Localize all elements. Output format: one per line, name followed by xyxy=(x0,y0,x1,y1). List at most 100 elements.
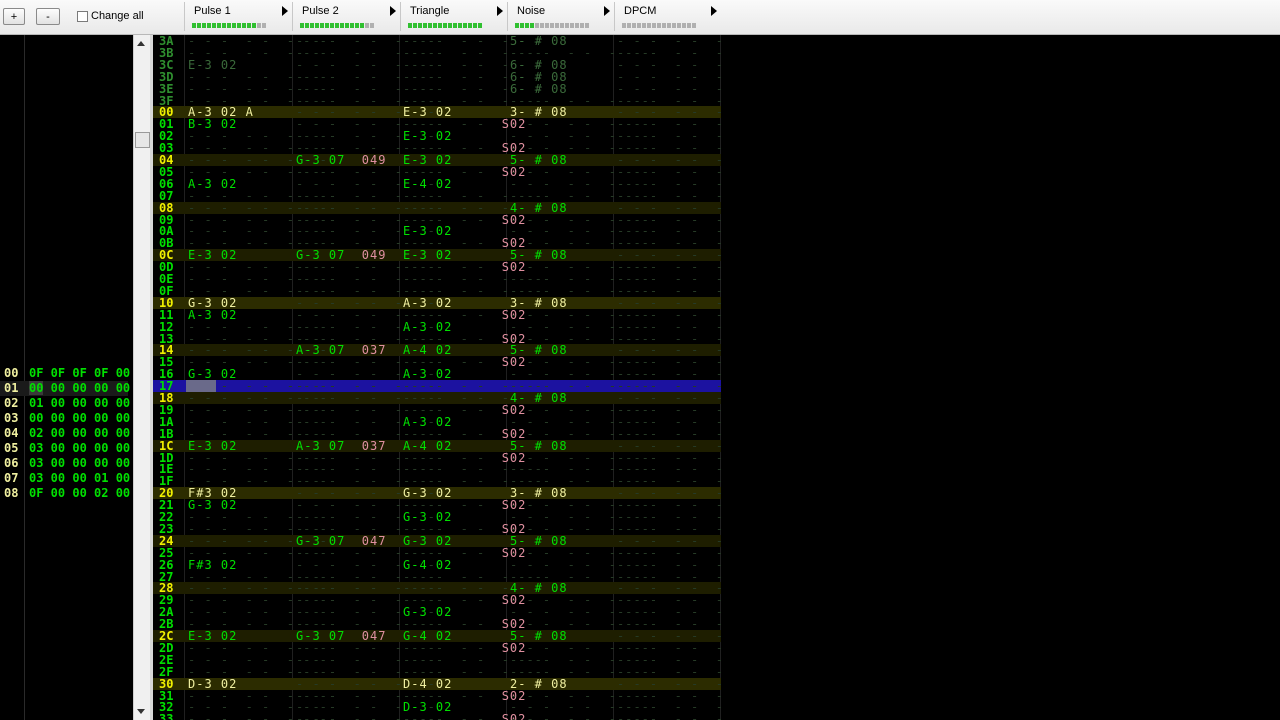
pattern-cell-triangle[interactable]: G-3 02 xyxy=(403,535,452,547)
row-index: 07 xyxy=(159,188,174,203)
pattern-cell-dpcm[interactable]: - - - - - - - - xyxy=(617,713,721,720)
pattern-cell-pulse1[interactable]: A-3 02 xyxy=(188,178,237,190)
channel-header-pulse-1[interactable]: Pulse 1 xyxy=(184,2,292,31)
pattern-cell-triangle[interactable]: A-4 02 xyxy=(403,440,452,452)
selected-frame-cell[interactable]: 00 xyxy=(29,381,44,395)
pattern-cell-pulse1[interactable]: E-3 02 xyxy=(188,440,237,452)
pattern-cell-dpcm[interactable]: - - - - - - - - xyxy=(617,428,721,440)
pattern-cell-dpcm[interactable]: - - - - - - - - xyxy=(617,321,721,333)
row-index: 1C xyxy=(159,438,174,453)
frame-cells[interactable]: 02 00 00 00 00 xyxy=(29,426,130,441)
pattern-row[interactable]: 3E - - - - - - - -- - - - - - - -- - - - … xyxy=(153,83,721,95)
expand-arrow-icon[interactable] xyxy=(711,6,717,16)
pattern-cell-triangle[interactable]: A-3 02 xyxy=(403,416,452,428)
pattern-cell-dpcm[interactable]: - - - - - - - - xyxy=(617,178,721,190)
remove-frame-button[interactable]: - xyxy=(36,8,60,25)
pattern-row[interactable]: 26 F#3 02- - - - - - - - G-4 02- - - - - -… xyxy=(153,559,721,571)
frame-cells[interactable]: 03 00 00 01 00 xyxy=(29,471,130,486)
frame-cells[interactable]: 0F 00 00 02 00 xyxy=(29,486,130,501)
pattern-row[interactable]: 1A - - - - - - - -- - - - - - - - A-3 02- … xyxy=(153,416,721,428)
pattern-cell-dpcm[interactable]: - - - - - - - - xyxy=(617,547,721,559)
pattern-cell-triangle[interactable]: E-4 02 xyxy=(403,178,452,190)
pattern-cell-dpcm[interactable]: - - - - - - - - xyxy=(617,654,721,666)
frame-row[interactable]: 00 0F 0F 0F 0F 00 xyxy=(0,366,130,381)
pattern-cell-dpcm[interactable]: - - - - - - - - xyxy=(617,71,721,83)
scroll-down-icon[interactable] xyxy=(137,709,145,714)
pattern-editor[interactable]: 3A - - - - - - - -- - - - - - - -- - - - … xyxy=(153,35,721,720)
frame-list[interactable]: 00 0F 0F 0F 0F 00 01 00 00 00 00 00 02 01 00 … xyxy=(0,35,133,720)
pattern-row[interactable]: 3D - - - - - - - -- - - - - - - -- - - - … xyxy=(153,71,721,83)
row-index: 11 xyxy=(159,307,174,322)
pattern-row[interactable]: 10 G-3 02- - - - - - - - A-3 02 3- # 08- - … xyxy=(153,296,721,309)
frame-index: 06 xyxy=(4,456,19,470)
frame-cells[interactable]: 03 00 00 00 00 xyxy=(29,456,130,471)
channel-header-dpcm[interactable]: DPCM xyxy=(614,2,721,31)
expand-arrow-icon[interactable] xyxy=(390,6,396,16)
channel-header-triangle[interactable]: Triangle xyxy=(400,2,507,31)
channel-header-noise[interactable]: Noise xyxy=(507,2,614,31)
expand-arrow-icon[interactable] xyxy=(282,6,288,16)
scroll-thumb[interactable] xyxy=(135,132,150,148)
frame-list-scrollbar[interactable] xyxy=(133,35,150,720)
pattern-cell-dpcm[interactable]: - - - - - - - - xyxy=(617,678,721,690)
pattern-cell-dpcm[interactable]: - - - - - - - - xyxy=(617,59,721,71)
frame-row[interactable]: 01 00 00 00 00 00 xyxy=(0,381,130,396)
pattern-row[interactable]: 07- - - - - - - -- - - - - - - -- - - - … xyxy=(153,190,721,202)
pattern-row[interactable]: 24- - - - - - - - G-3 07 047 G-3 02 5- # 08… xyxy=(153,534,721,547)
pattern-cell-dpcm[interactable]: - - - - - - - - xyxy=(617,559,721,571)
row-index: 30 xyxy=(159,676,174,691)
frame-row[interactable]: 06 03 00 00 00 00 xyxy=(0,456,130,471)
checkbox-icon[interactable] xyxy=(77,10,88,22)
pattern-cell-noise[interactable]: 6- # 08 xyxy=(510,83,568,95)
pattern-cell-triangle[interactable]: A-3 02 xyxy=(403,297,452,309)
pattern-cell-dpcm[interactable]: - - - - - - - - xyxy=(617,202,721,214)
frame-cells[interactable]: 01 00 00 00 00 xyxy=(29,396,130,411)
expand-arrow-icon[interactable] xyxy=(604,6,610,16)
pattern-cell-dpcm[interactable]: - - - - - - - - xyxy=(617,297,721,309)
pattern-cell-pulse2[interactable]: A-3 07 037 xyxy=(296,440,386,452)
pattern-row[interactable]: 12- - - - - - - -- - - - - - - - A-3 02- … xyxy=(153,321,721,333)
pattern-cell-dpcm[interactable]: - - - - - - - - xyxy=(617,416,721,428)
pattern-cell-pulse1[interactable]: A-3 02 xyxy=(188,309,237,321)
pattern-cell-dpcm[interactable]: - - - - - - - - xyxy=(617,309,721,321)
pattern-row[interactable]: 06 A-3 02- - - - - - - - E-4 02- - - - - -… xyxy=(153,178,721,190)
frame-cells[interactable]: 00 00 00 00 00 xyxy=(29,381,130,396)
pattern-cell-dpcm[interactable]: - - - - - - - - xyxy=(617,190,721,202)
pattern-cell-dpcm[interactable]: - - - - - - - - xyxy=(617,535,721,547)
pattern-row[interactable]: 30 D-3 02- - - - - - - - D-4 02 2- # 08- - … xyxy=(153,676,721,691)
pattern-cell-triangle[interactable]: D-4 02 xyxy=(403,678,452,690)
frame-row[interactable]: 04 02 00 00 00 00 xyxy=(0,426,130,441)
add-frame-button[interactable]: + xyxy=(3,8,25,25)
scroll-up-icon[interactable] xyxy=(137,41,145,46)
pattern-cell-pulse1[interactable]: D-3 02 xyxy=(188,678,237,690)
channel-header-pulse-2[interactable]: Pulse 2 xyxy=(292,2,400,31)
pattern-row[interactable]: 1C E-3 02 A-3 07 037 A-4 02 5- # 08- - - - -… xyxy=(153,438,721,453)
frame-row[interactable]: 08 0F 00 00 02 00 xyxy=(0,486,130,501)
pattern-cell-dpcm[interactable]: - - - - - - - - xyxy=(617,440,721,452)
frame-row[interactable]: 03 00 00 00 00 00 xyxy=(0,411,130,426)
pattern-cell-triangle[interactable]: - - - - - S02 xyxy=(403,713,526,720)
row-index: 3E xyxy=(159,81,174,96)
frame-row[interactable]: 07 03 00 00 01 00 xyxy=(0,471,130,486)
pattern-cell-triangle[interactable]: A-3 02 xyxy=(403,321,452,333)
change-all-checkbox[interactable]: Change all xyxy=(77,10,144,22)
pattern-cell-dpcm[interactable]: - - - - - - - - xyxy=(617,666,721,678)
pattern-cell-triangle[interactable]: G-4 02 xyxy=(403,559,452,571)
pattern-row[interactable]: 2E - - - - - - - -- - - - - - - -- - - - … xyxy=(153,654,721,666)
frame-cells[interactable]: 03 00 00 00 00 xyxy=(29,441,130,456)
frame-cells[interactable]: 0F 0F 0F 0F 00 xyxy=(29,366,130,381)
expand-arrow-icon[interactable] xyxy=(497,6,503,16)
pattern-row[interactable]: 3C E-3 02- - - - - - - -- - - - - - - -6-… xyxy=(153,59,721,71)
pattern-cell-pulse2[interactable]: G-3 07 047 xyxy=(296,535,386,547)
frame-row[interactable]: 05 03 00 00 00 00 xyxy=(0,441,130,456)
channel-name: DPCM xyxy=(624,5,657,17)
pattern-cell-dpcm[interactable]: - - - - - - - - xyxy=(617,83,721,95)
pattern-cell-pulse1[interactable]: E-3 02 xyxy=(188,59,237,71)
frame-index: 05 xyxy=(4,441,19,455)
frame-cells[interactable]: 00 00 00 00 00 xyxy=(29,411,130,426)
pattern-row[interactable]: 08- - - - - - - -- - - - - - - -- - - - … xyxy=(153,201,721,214)
pattern-cell-pulse1[interactable]: F#3 02 xyxy=(188,559,237,571)
pattern-row[interactable]: 33- - - - - - - -- - - - - - - -- - - - … xyxy=(153,713,721,720)
frame-row[interactable]: 02 01 00 00 00 00 xyxy=(0,396,130,411)
row-index: 1B xyxy=(159,426,174,441)
